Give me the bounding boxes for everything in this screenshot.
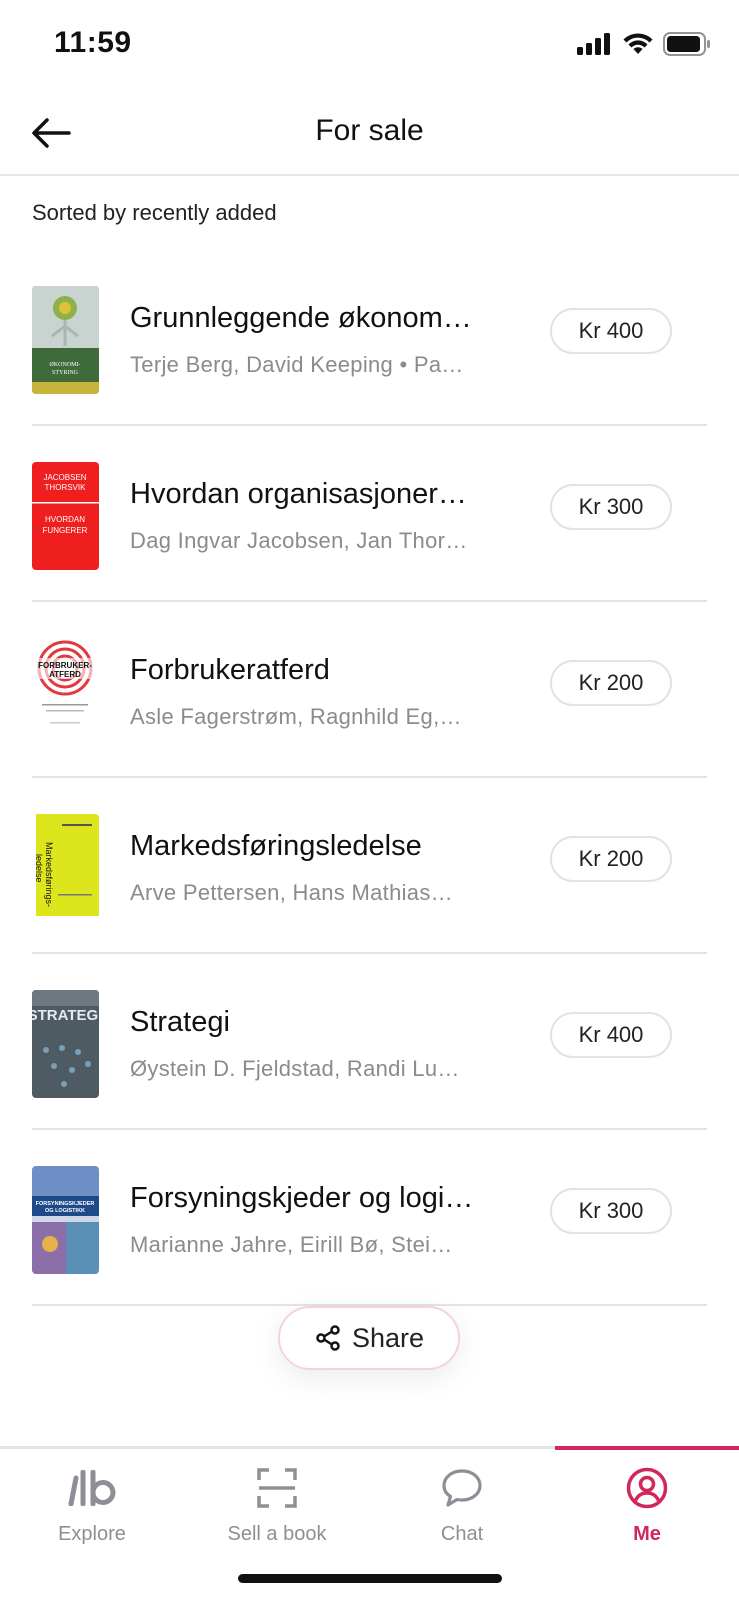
- logo-icon: [68, 1470, 116, 1506]
- listing-item[interactable]: ØKONOMI- STYRING Grunnleggende økonom… T…: [32, 250, 707, 426]
- scan-icon: [257, 1468, 297, 1508]
- tab-me[interactable]: Me: [555, 1449, 739, 1569]
- listing-meta: Øystein D. Fjeldstad, Randi Lu…: [130, 1056, 460, 1081]
- cover-text: THORSVIK: [45, 483, 87, 492]
- share-button[interactable]: Share: [278, 1306, 460, 1370]
- listing-title: Hvordan organisasjoner…: [130, 478, 467, 510]
- wifi-icon: [623, 33, 653, 54]
- price-badge[interactable]: Kr 200: [550, 836, 672, 882]
- price-badge[interactable]: Kr 200: [550, 660, 672, 706]
- cover-text: FUNGERER: [43, 526, 88, 535]
- listing-item[interactable]: FORBRUKER- ATFERD Forbrukeratferd Asle F…: [32, 602, 707, 778]
- book-cover-image: FORBRUKER- ATFERD: [32, 638, 99, 746]
- cover-text: ØKONOMI-: [50, 362, 81, 368]
- cover-text: STRATEGI: [32, 1007, 99, 1024]
- listing-item[interactable]: JACOBSEN THORSVIK HVORDAN FUNGERER Hvord…: [32, 426, 707, 602]
- listing-title: Grunnleggende økonom…: [130, 302, 472, 334]
- listing-item[interactable]: Markedsførings- ledelse Markedsføringsle…: [32, 778, 707, 954]
- listing-meta: Terje Berg, David Keeping • Pa…: [130, 352, 464, 377]
- cover-text: ledelse: [34, 854, 44, 883]
- cover-text: OG LOGISTIKK: [45, 1208, 85, 1214]
- share-label: Share: [351, 1322, 425, 1353]
- share-icon: [316, 1325, 340, 1351]
- page-title: For sale: [315, 114, 424, 147]
- book-cover-image: FORSYNINGSKJEDER OG LOGISTIKK: [32, 1166, 99, 1274]
- profile-icon: [626, 1467, 668, 1509]
- price-badge[interactable]: Kr 300: [550, 484, 672, 530]
- header: For sale: [0, 90, 739, 176]
- tab-label: Chat: [440, 1523, 484, 1545]
- listing-item[interactable]: STRATEGI Strategi Øystein D. Fjeldstad, …: [32, 954, 707, 1130]
- signal-icon: [577, 33, 610, 55]
- listing-title: Forbrukeratferd: [130, 654, 330, 686]
- price-badge[interactable]: Kr 400: [550, 1012, 672, 1058]
- cover-text: FORBRUKER-: [38, 661, 92, 670]
- home-indicator: [238, 1574, 502, 1583]
- listing-list: ØKONOMI- STYRING Grunnleggende økonom… T…: [32, 250, 707, 1306]
- tab-label: Sell a book: [227, 1523, 327, 1545]
- price-badge[interactable]: Kr 400: [550, 308, 672, 354]
- sort-label: Sorted by recently added: [32, 200, 277, 225]
- status-icons: [577, 32, 711, 56]
- book-cover-image: Markedsførings- ledelse: [32, 814, 99, 922]
- cover-text: JACOBSEN: [43, 473, 86, 482]
- listing-title: Strategi: [130, 1006, 230, 1038]
- status-bar: 11:59: [0, 0, 739, 90]
- price-badge[interactable]: Kr 300: [550, 1188, 672, 1234]
- listing-meta: Arve Pettersen, Hans Mathias…: [130, 880, 453, 905]
- battery-icon: [663, 32, 710, 56]
- listing-title: Markedsføringsledelse: [130, 830, 422, 862]
- listing-meta: Marianne Jahre, Eirill Bø, Stei…: [130, 1232, 453, 1257]
- chat-bubble-icon: [442, 1469, 482, 1507]
- cover-text: FORSYNINGSKJEDER: [36, 1201, 95, 1207]
- tab-chat[interactable]: Chat: [370, 1449, 554, 1569]
- cover-text: ATFERD: [49, 670, 81, 679]
- book-cover-image: ØKONOMI- STYRING: [32, 286, 99, 394]
- listing-meta: Asle Fagerstrøm, Ragnhild Eg,…: [130, 704, 462, 729]
- tab-explore[interactable]: Explore: [0, 1449, 184, 1569]
- listing-item[interactable]: FORSYNINGSKJEDER OG LOGISTIKK Forsynings…: [32, 1130, 707, 1306]
- tab-sell-a-book[interactable]: Sell a book: [185, 1449, 369, 1569]
- book-cover-image: JACOBSEN THORSVIK HVORDAN FUNGERER: [32, 462, 99, 570]
- cover-text: HVORDAN: [45, 515, 85, 524]
- cover-text: STYRING: [52, 370, 79, 376]
- cover-text: Markedsførings-: [44, 842, 54, 907]
- status-time: 11:59: [54, 26, 132, 59]
- book-cover-image: STRATEGI: [32, 990, 99, 1098]
- listing-title: Forsyningskjeder og logi…: [130, 1182, 474, 1214]
- listing-meta: Dag Ingvar Jacobsen, Jan Thor…: [130, 528, 468, 553]
- tab-label: Explore: [58, 1523, 126, 1545]
- tab-label: Me: [633, 1523, 661, 1545]
